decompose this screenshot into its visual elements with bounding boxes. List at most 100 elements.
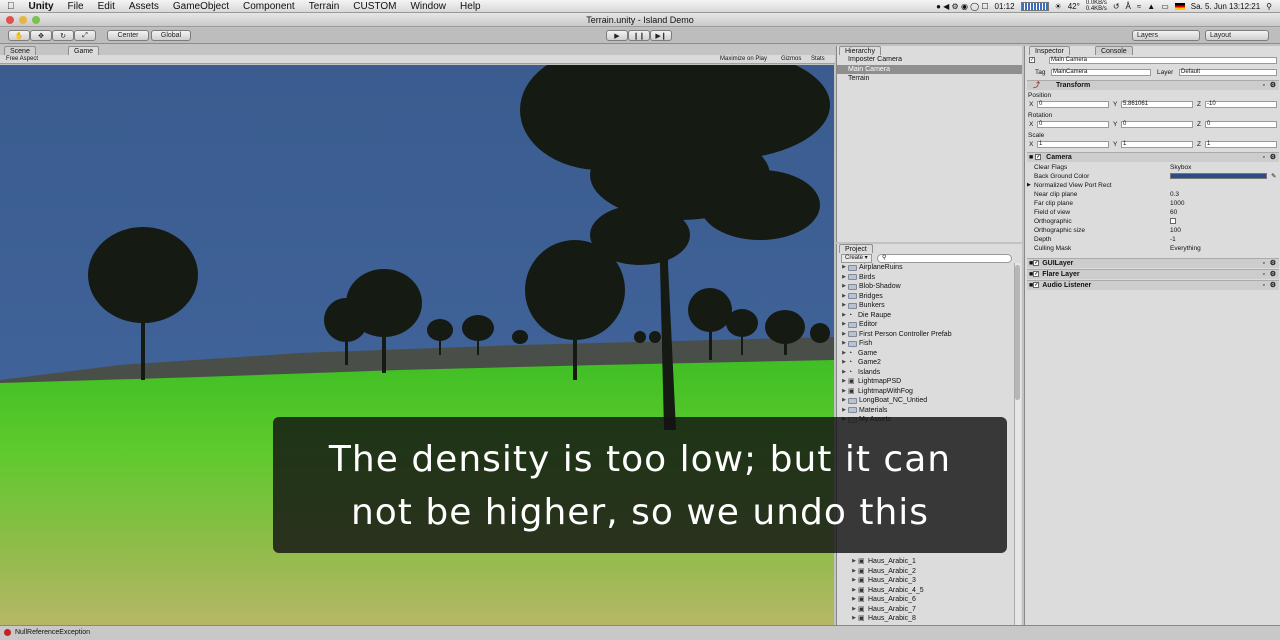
minimize-window-icon[interactable] xyxy=(19,16,27,24)
project-subitem[interactable]: ▶ ▣ Haus_Arabic_2 xyxy=(850,567,1010,577)
move-tool-icon[interactable]: ✥ xyxy=(30,30,52,41)
position-x-field[interactable]: 0 xyxy=(1037,101,1109,108)
network-speed[interactable]: 0.0KB/s 0.4KB/s xyxy=(1086,0,1107,12)
space-toggle[interactable]: Global xyxy=(151,30,191,41)
project-item[interactable]: ▶ Bridges xyxy=(840,292,1012,302)
menu-item-terrain[interactable]: Terrain xyxy=(302,1,347,12)
rotate-tool-icon[interactable]: ↻ xyxy=(52,30,74,41)
project-item[interactable]: ▶ First Person Controller Prefab xyxy=(840,330,1012,340)
project-item[interactable]: ▶ Fish xyxy=(840,339,1012,349)
gear-icon[interactable]: ⚙ xyxy=(1270,153,1276,163)
orthographic-checkbox[interactable] xyxy=(1170,218,1176,224)
object-name-field[interactable]: Main Camera xyxy=(1049,57,1277,64)
component-header[interactable]: ■✓ GUILayer ▫ ⚙ xyxy=(1027,258,1279,268)
camera-property-row[interactable]: Clear Flags Skybox xyxy=(1025,163,1280,172)
camera-property-row[interactable]: Near clip plane 0.3 xyxy=(1025,190,1280,199)
project-create-button[interactable]: Create ▾ xyxy=(841,254,872,263)
expand-arrow-icon[interactable]: ▶ xyxy=(840,311,848,321)
project-item[interactable]: ▶ AirplaneRuins xyxy=(840,263,1012,273)
gear-icon[interactable]: ⚙ xyxy=(1270,281,1276,291)
camera-property-row[interactable]: Far clip plane 1000 xyxy=(1025,199,1280,208)
scale-tool-icon[interactable]: ⤢ xyxy=(74,30,96,41)
component-header[interactable]: ■✓ Audio Listener ▫ ⚙ xyxy=(1027,280,1279,290)
temperature[interactable]: 42° xyxy=(1068,2,1080,11)
close-window-icon[interactable] xyxy=(6,16,14,24)
project-subitem[interactable]: ▶ ▣ Haus_Arabic_4_5 xyxy=(850,586,1010,596)
menu-item-window[interactable]: Window xyxy=(403,1,453,12)
project-scroll-thumb[interactable] xyxy=(1015,265,1020,400)
gear-icon[interactable]: ⚙ xyxy=(1270,270,1276,280)
timemachine-icon[interactable]: ↺ xyxy=(1113,2,1120,11)
menu-item-help[interactable]: Help xyxy=(453,1,488,12)
expand-arrow-icon[interactable]: ▶ xyxy=(840,377,848,387)
hierarchy-item-imposter-camera[interactable]: Imposter Camera xyxy=(837,55,1022,65)
expand-arrow-icon[interactable]: ▶ xyxy=(840,263,848,273)
step-button[interactable]: ▶❙ xyxy=(650,30,672,41)
tag-dropdown[interactable]: MainCamera xyxy=(1051,69,1151,76)
project-item[interactable]: ▶ LongBoat_NC_Untied xyxy=(840,396,1012,406)
apple-menu-icon[interactable]:  xyxy=(0,1,22,12)
bluetooth-icon[interactable]: Å xyxy=(1126,2,1131,11)
layout-dropdown[interactable]: Layout xyxy=(1205,30,1269,41)
camera-property-row[interactable]: Culling Mask Everything xyxy=(1025,244,1280,253)
expand-arrow-icon[interactable]: ▶ xyxy=(840,301,848,311)
component-enabled-checkbox[interactable]: ✓ xyxy=(1033,260,1040,267)
object-active-checkbox[interactable]: ✓ xyxy=(1029,57,1035,63)
help-icon[interactable]: ▫ xyxy=(1263,153,1265,163)
tab-scene[interactable]: Scene xyxy=(4,46,36,55)
gear-icon[interactable]: ⚙ xyxy=(1270,81,1276,91)
maximize-on-play-toggle[interactable]: Maximize on Play xyxy=(720,55,767,64)
camera-enabled-checkbox[interactable]: ✓ xyxy=(1035,154,1042,161)
project-item[interactable]: ▶ ◔ Game2 xyxy=(840,358,1012,368)
project-subitem[interactable]: ▶ ▣ Haus_Arabic_6 xyxy=(850,595,1010,605)
stats-toggle[interactable]: Stats xyxy=(811,55,825,64)
camera-property-row[interactable]: Normalized View Port Rect ▶ xyxy=(1025,181,1280,190)
project-item[interactable]: ▶ Materials xyxy=(840,406,1012,416)
menu-item-component[interactable]: Component xyxy=(236,1,302,12)
tab-console[interactable]: Console xyxy=(1095,46,1133,55)
menu-item-custom[interactable]: CUSTOM xyxy=(346,1,403,12)
gear-icon[interactable]: ⚙ xyxy=(1270,259,1276,269)
camera-property-row[interactable]: Depth -1 xyxy=(1025,235,1280,244)
component-header[interactable]: ■✓ Flare Layer ▫ ⚙ xyxy=(1027,269,1279,279)
volume-icon[interactable]: ▲ xyxy=(1147,2,1155,11)
datetime[interactable]: Sa. 5. Jun 13:12:21 xyxy=(1191,2,1260,11)
camera-property-row[interactable]: Back Ground Color ✎ xyxy=(1025,172,1280,181)
help-icon[interactable]: ▫ xyxy=(1263,81,1265,91)
project-subitem[interactable]: ▶ ▣ Haus_Arabic_7 xyxy=(850,605,1010,615)
camera-property-row[interactable]: Field of view 60 xyxy=(1025,208,1280,217)
cpu-graph-icon[interactable] xyxy=(1020,1,1049,11)
rotation-z-field[interactable]: 0 xyxy=(1205,121,1277,128)
position-y-field[interactable]: 5.861061 xyxy=(1121,101,1193,108)
expand-arrow-icon[interactable]: ▶ xyxy=(850,595,858,605)
pause-button[interactable]: ❙❙ xyxy=(628,30,650,41)
component-enabled-checkbox[interactable]: ✓ xyxy=(1033,271,1040,278)
expand-arrow-icon[interactable]: ▶ xyxy=(850,567,858,577)
tab-hierarchy[interactable]: Hierarchy xyxy=(839,46,881,55)
project-item[interactable]: ▶ Bunkers xyxy=(840,301,1012,311)
expand-arrow-icon[interactable]: ▶ xyxy=(840,292,848,302)
zoom-window-icon[interactable] xyxy=(32,16,40,24)
camera-component-header[interactable]: ■ ✓ Camera ▫ ⚙ xyxy=(1027,152,1279,162)
project-scrollbar[interactable] xyxy=(1014,263,1021,625)
layers-dropdown[interactable]: Layers xyxy=(1132,30,1200,41)
layer-dropdown[interactable]: Default xyxy=(1179,69,1277,76)
status-bar[interactable]: NullReferenceException xyxy=(0,625,1280,640)
weather-icon[interactable]: ☀ xyxy=(1055,2,1062,11)
expand-arrow-icon[interactable]: ▶ xyxy=(840,349,848,359)
expand-arrow-icon[interactable]: ▶ xyxy=(840,320,848,330)
expand-arrow-icon[interactable]: ▶ xyxy=(840,273,848,283)
wifi-icon[interactable]: ≈ xyxy=(1137,2,1141,11)
scale-x-field[interactable]: 1 xyxy=(1037,141,1109,148)
camera-property-row[interactable]: Orthographic size 100 xyxy=(1025,226,1280,235)
expand-arrow-icon[interactable]: ▶ xyxy=(840,339,848,349)
tab-game[interactable]: Game xyxy=(68,46,100,55)
project-item[interactable]: ▶ ▣ LightmapPSD xyxy=(840,377,1012,387)
project-search-input[interactable]: ⚲ xyxy=(877,254,1012,263)
camera-property-row[interactable]: Orthographic xyxy=(1025,217,1280,226)
project-subitem[interactable]: ▶ ▣ Haus_Arabic_3 xyxy=(850,576,1010,586)
hierarchy-item-terrain[interactable]: Terrain xyxy=(837,74,1022,84)
expand-arrow-icon[interactable]: ▶ xyxy=(840,387,848,397)
scale-z-field[interactable]: 1 xyxy=(1205,141,1277,148)
gizmos-toggle[interactable]: Gizmos xyxy=(781,55,801,64)
